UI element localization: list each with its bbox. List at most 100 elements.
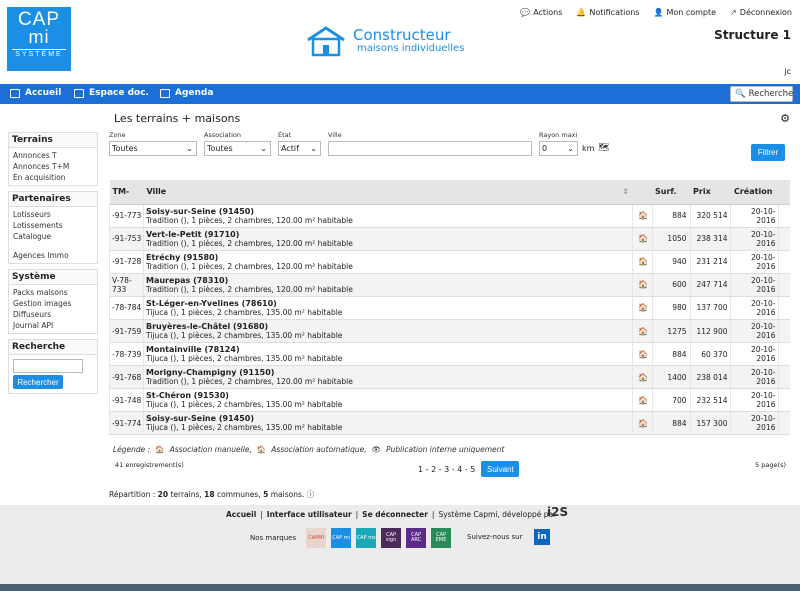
pagination: 1 - 2 - 3 - 4 - 5 Suivant <box>418 461 520 477</box>
cell-ville[interactable]: Soisy-sur-Seine (91450) Tijuca (), 1 pièc… <box>142 411 633 436</box>
cell-surf: 884 <box>651 204 691 228</box>
footer-home-link[interactable]: Accueil <box>226 510 256 519</box>
cell-ville[interactable]: Montainville (78124) Tijuca (), 1 pièces,… <box>142 342 633 367</box>
table-row[interactable]: -91-728 Etréchy (91580) Tradition (), 1 pi… <box>109 250 790 274</box>
brand-logo-capmi[interactable]: CAPMI <box>306 528 327 548</box>
filter-button[interactable]: Filtrer <box>751 144 785 161</box>
table-row[interactable]: -91-748 St-Chéron (91530) Tijuca (), 1 piè… <box>109 388 790 413</box>
legend-label: Légende : <box>113 445 151 454</box>
sidebar-item-catalogue[interactable]: Catalogue <box>9 231 97 242</box>
brand-subtitle: maisons individuelles <box>357 43 465 54</box>
table-row[interactable]: -78-784 St-Léger-en-Yvelines (78610) Tijuc… <box>109 296 790 320</box>
cell-tm: -91-773 <box>109 204 144 228</box>
cell-desc: Tijuca (), 1 pièces, 2 chambres, 135.00 … <box>145 307 343 317</box>
cell-tm: -91-748 <box>109 388 144 413</box>
sidebar-search-input[interactable] <box>13 359 83 373</box>
sidebar-item-journal-api[interactable]: Journal API <box>9 320 97 331</box>
repartition: Répartition : 20 terrains, 18 communes, … <box>109 489 314 500</box>
sidebar-item-gestion-images[interactable]: Gestion images <box>9 298 97 309</box>
next-page-button[interactable]: Suivant <box>481 461 520 477</box>
sidebar-item-lotisseurs[interactable]: Lotisseurs <box>9 209 97 220</box>
cell-ville[interactable]: Etréchy (91580) Tradition (), 1 pièces, 2… <box>142 250 633 274</box>
rayon-label: Rayon maxi <box>539 131 578 139</box>
map-icon[interactable]: 🗺 <box>598 143 609 153</box>
header-ville[interactable]: Ville ⇕ <box>143 180 633 205</box>
brand-logo-cap-arc[interactable]: CAP ARC <box>406 528 427 548</box>
sidebar-search-button[interactable]: Rechercher <box>13 375 63 389</box>
cell-surf: 980 <box>651 296 691 320</box>
repartition-t1: terrains, <box>168 490 205 499</box>
repartition-t3: maisons. <box>268 490 305 499</box>
brand-logo-cap-eme[interactable]: CAP EME <box>431 528 452 548</box>
table-header-row: TM- Ville ⇕ Surf. Prix Création <box>109 180 790 205</box>
header-prix[interactable]: Prix <box>690 180 731 205</box>
repartition-terrains: 20 <box>157 490 169 499</box>
logo-line2: mi <box>28 27 50 47</box>
chevron-down-icon: ⌄ <box>567 144 574 153</box>
account-link[interactable]: 👤 Mon compte <box>653 8 716 17</box>
info-icon[interactable]: ⓘ <box>307 490 315 499</box>
cell-ville[interactable]: Morigny-Champigny (91150) Tradition (), 1… <box>142 365 633 390</box>
cell-ville[interactable]: St-Chéron (91530) Tijuca (), 1 pièces, 2 … <box>142 388 633 413</box>
page-count: 5 page(s) <box>755 461 786 469</box>
brand-logo-cap-ms[interactable]: CAP ms <box>356 528 377 548</box>
cell-ville[interactable]: Maurepas (78310) Tradition (), 1 pièces, … <box>142 273 633 297</box>
linkedin-icon[interactable]: in <box>534 529 550 545</box>
menu-home[interactable]: Accueil <box>10 88 61 98</box>
cell-ville[interactable]: St-Léger-en-Yvelines (78610) Tijuca (), 1… <box>142 296 633 320</box>
search-button[interactable]: 🔍 Recherche <box>730 86 793 102</box>
sidebar-systeme-title: Système <box>9 270 97 285</box>
i2s-logo[interactable]: i2S <box>547 505 568 519</box>
sidebar-item-lotissements[interactable]: Lotissements <box>9 220 97 231</box>
cell-ville[interactable]: Vert-le-Petit (91710) Tradition (), 1 piè… <box>142 227 633 251</box>
sidebar-item-annonces-tm[interactable]: Annonces T+M <box>9 161 97 172</box>
table-row[interactable]: -78-739 Montainville (78124) Tijuca (), 1 … <box>109 342 790 367</box>
table-row[interactable]: -91-774 Soisy-sur-Seine (91450) Tijuca (),… <box>109 411 790 436</box>
sidebar-partenaires: Partenaires Lotisseurs Lotissements Cata… <box>8 191 98 264</box>
cell-ville[interactable]: Bruyères-le-Châtel (91680) Tijuca (), 1 p… <box>142 319 633 344</box>
sidebar-item-packs-maisons[interactable]: Packs maisons <box>9 287 97 298</box>
page-links[interactable]: 1 - 2 - 3 - 4 - 5 <box>418 465 475 474</box>
ville-input[interactable] <box>328 141 532 156</box>
table-row[interactable]: -91-768 Morigny-Champigny (91150) Traditio… <box>109 365 790 390</box>
table-row[interactable]: -91-753 Vert-le-Petit (91710) Tradition ()… <box>109 227 790 251</box>
brand-logo-cap-mi[interactable]: CAP mi <box>331 528 352 548</box>
table-row[interactable]: -91-773 Soisy-sur-Seine (91450) Tradition … <box>109 204 790 228</box>
footer-ui-link[interactable]: Interface utilisateur <box>267 510 352 519</box>
sidebar-item-diffuseurs[interactable]: Diffuseurs <box>9 309 97 320</box>
house-icon: 🏠 <box>631 204 653 228</box>
sidebar-item-en-acquisition[interactable]: En acquisition <box>9 172 97 183</box>
etat-select[interactable]: Actif ⌄ <box>278 141 321 156</box>
header-spacer <box>632 180 653 205</box>
table-row[interactable]: -91-759 Bruyères-le-Châtel (91680) Tijuca … <box>109 319 790 344</box>
logout-link[interactable]: ↗ Déconnexion <box>730 8 792 17</box>
header-tm[interactable]: TM- <box>109 180 144 205</box>
cell-desc: Tradition (), 1 pièces, 2 chambres, 120.… <box>145 215 353 225</box>
zone-select[interactable]: Toutes ⌄ <box>109 141 197 156</box>
menu-agenda[interactable]: Agenda <box>160 88 213 98</box>
header-surf[interactable]: Surf. <box>652 180 691 205</box>
sidebar-item-annonces-t[interactable]: Annonces T <box>9 150 97 161</box>
cell-ville[interactable]: Soisy-sur-Seine (91450) Tradition (), 1 p… <box>142 204 633 228</box>
notifications-link[interactable]: 🔔 Notifications <box>576 8 639 17</box>
cell-prix: 238 014 <box>689 365 731 390</box>
cell-tm: -91-728 <box>109 250 144 274</box>
sidebar-item-agences-immo[interactable]: Agences Immo <box>9 250 97 261</box>
cell-tm: -78-739 <box>109 342 144 367</box>
cell-empty <box>778 227 790 251</box>
cell-desc: Tradition (), 1 pièces, 2 chambres, 120.… <box>145 238 353 248</box>
association-select[interactable]: Toutes ⌄ <box>204 141 271 156</box>
legend-internal: Publication interne uniquement <box>386 445 505 454</box>
actions-link[interactable]: 💬 Actions <box>520 8 562 17</box>
menu-docs[interactable]: Espace doc. <box>74 88 149 98</box>
gear-icon[interactable]: ⚙ <box>780 112 790 125</box>
header-creation[interactable]: Création <box>730 180 779 205</box>
brand-logo-cap-sign[interactable]: CAP sign <box>381 528 402 548</box>
calendar-icon <box>160 88 170 98</box>
table-row[interactable]: V-78-733 Maurepas (78310) Tradition (), 1 … <box>109 273 790 297</box>
capmi-logo[interactable]: CAP mi SYSTÈME <box>7 7 71 71</box>
cell-city: St-Léger-en-Yvelines (78610) <box>145 298 277 308</box>
footer-separator: | <box>431 510 435 519</box>
footer-logout-link[interactable]: Se déconnecter <box>362 510 428 519</box>
rayon-select[interactable]: 0 ⌄ <box>539 141 578 156</box>
